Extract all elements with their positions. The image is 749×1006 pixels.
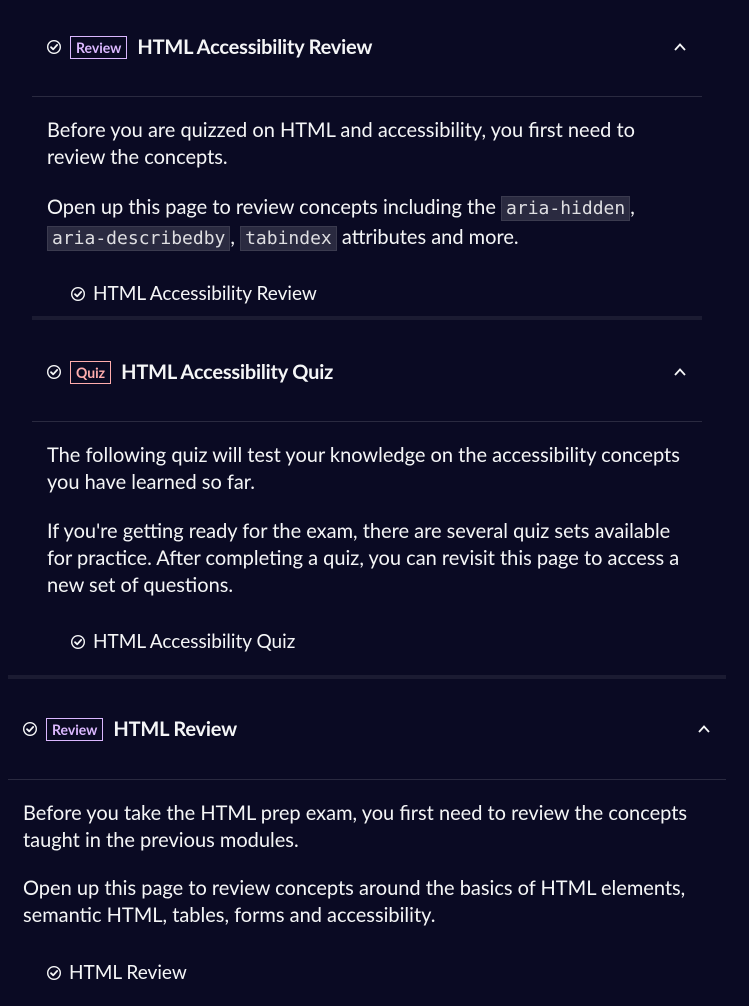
lesson-link[interactable]: HTML Accessibility Review bbox=[71, 282, 317, 305]
section-header[interactable]: Quiz HTML Accessibility Quiz bbox=[47, 352, 707, 392]
lesson-link-label[interactable]: HTML Accessibility Quiz bbox=[93, 630, 295, 653]
divider bbox=[32, 421, 702, 422]
check-circle-icon bbox=[47, 965, 61, 980]
section-description-2: Open up this page to review concepts aro… bbox=[23, 876, 686, 927]
separator-1: , bbox=[630, 195, 635, 219]
review-badge: Review bbox=[46, 717, 104, 741]
check-circle-icon bbox=[71, 634, 85, 649]
lesson-link[interactable]: HTML Review bbox=[47, 961, 187, 984]
section-header[interactable]: Review HTML Review bbox=[23, 709, 723, 749]
review-badge: Review bbox=[70, 35, 128, 59]
chevron-up-icon[interactable] bbox=[697, 722, 711, 736]
lesson-link[interactable]: HTML Accessibility Quiz bbox=[71, 630, 295, 653]
section-divider bbox=[8, 675, 726, 679]
chevron-up-icon[interactable] bbox=[673, 40, 687, 54]
section-description: Before you are quizzed on HTML and acces… bbox=[47, 118, 635, 169]
section-description-2: If you're getting ready for the exam, th… bbox=[47, 519, 680, 597]
check-circle-icon bbox=[71, 286, 85, 301]
section-header[interactable]: Review HTML Accessibility Review bbox=[47, 27, 707, 67]
code-aria-hidden: aria-hidden bbox=[501, 196, 631, 221]
section-description-2: Open up this page to review concepts inc… bbox=[47, 193, 697, 253]
section-description: The following quiz will test your knowle… bbox=[47, 443, 680, 494]
section-divider bbox=[32, 316, 702, 320]
description-text: Open up this page to review concepts inc… bbox=[47, 195, 502, 219]
divider bbox=[32, 96, 702, 97]
description-text-end: attributes and more. bbox=[336, 225, 519, 249]
chevron-up-icon[interactable] bbox=[673, 365, 687, 379]
section-description: Before you take the HTML prep exam, you … bbox=[23, 801, 688, 852]
check-circle-icon bbox=[47, 365, 61, 379]
check-circle-icon bbox=[23, 722, 37, 736]
section-title: HTML Accessibility Quiz bbox=[121, 360, 334, 384]
lesson-link-label[interactable]: HTML Accessibility Review bbox=[93, 282, 317, 305]
code-aria-describedby: aria-describedby bbox=[47, 226, 231, 251]
divider bbox=[8, 779, 726, 780]
quiz-badge: Quiz bbox=[70, 360, 112, 384]
section-title: HTML Accessibility Review bbox=[137, 35, 373, 59]
code-tabindex: tabindex bbox=[240, 226, 337, 251]
lesson-link-label[interactable]: HTML Review bbox=[69, 961, 187, 984]
section-title: HTML Review bbox=[113, 717, 237, 741]
separator-2: , bbox=[230, 225, 235, 249]
check-circle-icon bbox=[47, 40, 61, 54]
